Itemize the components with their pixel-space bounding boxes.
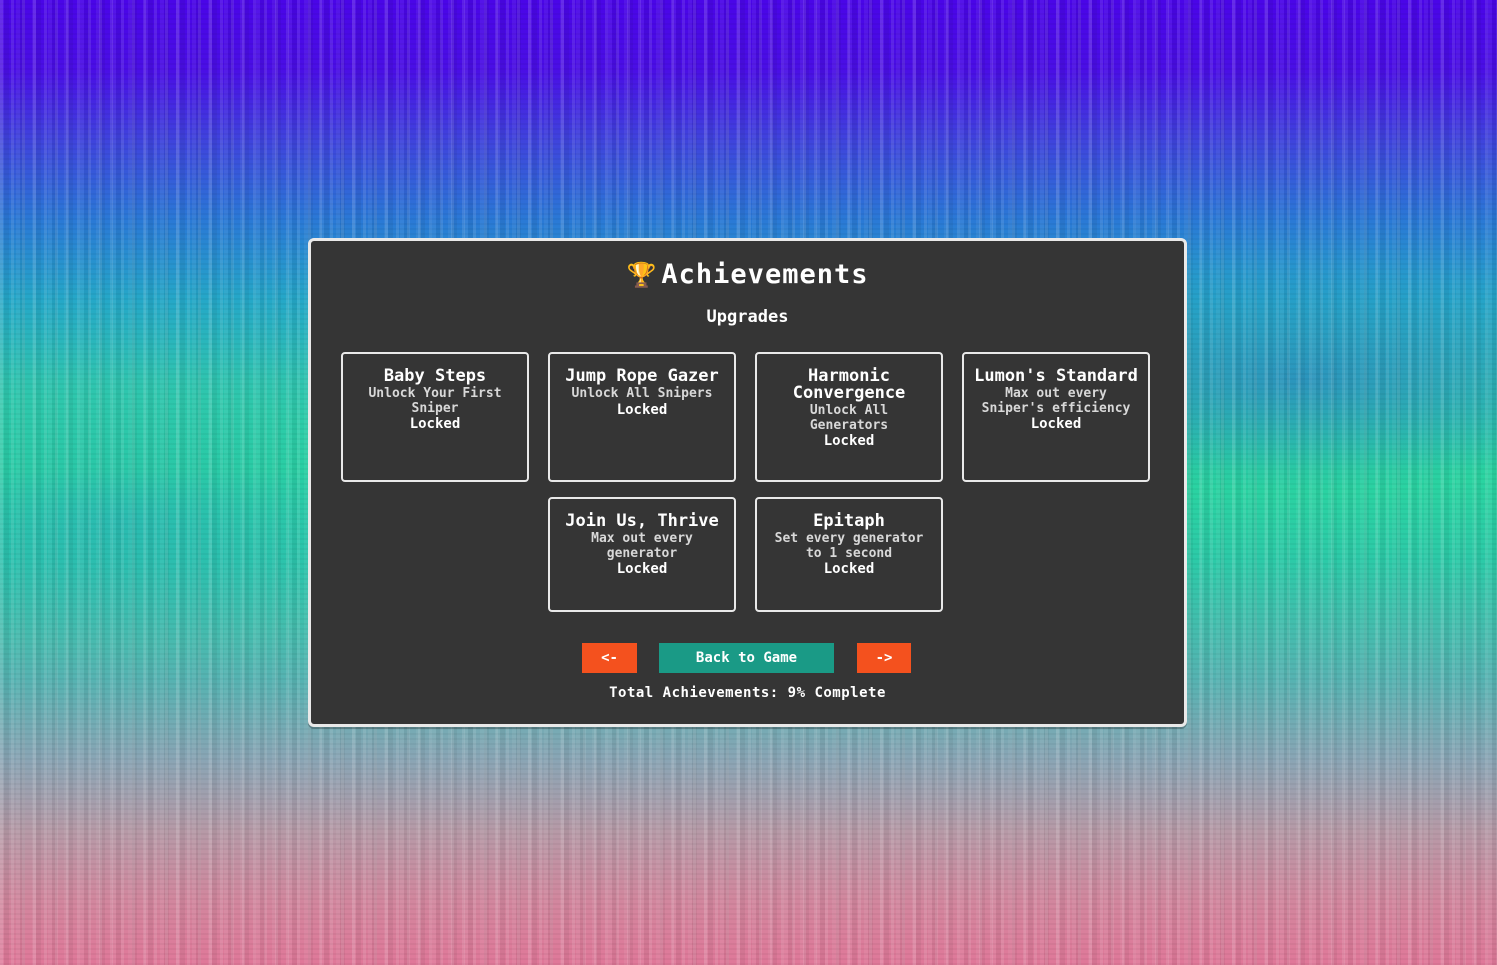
achievement-title: Harmonic Convergence [792,366,906,403]
achievement-title: Baby Steps [383,366,487,386]
page-title: 🏆 Achievements [311,259,1184,290]
achievement-title: Join Us, Thrive [565,511,719,531]
achievement-description: Max out every Sniper's efficiency [981,386,1131,416]
page-title-text: Achievements [661,259,869,290]
achievement-card-baby-steps: Baby Steps Unlock Your First Sniper Lock… [341,352,529,482]
total-achievements-progress: Total Achievements: 9% Complete [609,685,886,701]
back-to-game-button[interactable]: Back to Game [659,643,834,673]
achievement-description: Unlock All Snipers [571,386,713,401]
achievement-card-join-us-thrive: Join Us, Thrive Max out every generator … [548,497,736,612]
achievement-status: Locked [616,561,668,577]
achievement-card-epitaph: Epitaph Set every generator to 1 second … [755,497,943,612]
achievement-description: Unlock Your First Sniper [368,386,502,416]
prev-page-button[interactable]: <- [582,643,637,673]
achievement-description: Set every generator to 1 second [774,531,924,561]
achievement-title: Jump Rope Gazer [565,366,719,386]
achievement-title: Epitaph [813,511,885,531]
trophy-icon: 🏆 [626,261,658,289]
achievement-description: Max out every generator [591,531,693,561]
section-subtitle: Upgrades [706,307,789,327]
achievements-panel: 🏆 Achievements Upgrades Baby Steps Unlock… [308,238,1187,727]
achievement-status: Locked [616,401,668,418]
next-page-button[interactable]: -> [857,643,911,673]
achievement-card-jump-rope-gazer: Jump Rope Gazer Unlock All Snipers Locke… [548,352,736,482]
achievement-title: Lumon's Standard [974,366,1138,386]
achievement-card-harmonic-convergence: Harmonic Convergence Unlock All Generato… [755,352,943,482]
achievement-status: Locked [823,561,875,577]
achievement-card-lumons-standard: Lumon's Standard Max out every Sniper's … [962,352,1150,482]
achievement-status: Locked [409,416,461,432]
achievement-status: Locked [1030,416,1082,432]
achievement-status: Locked [823,433,875,449]
achievement-description: Unlock All Generators [809,403,889,433]
